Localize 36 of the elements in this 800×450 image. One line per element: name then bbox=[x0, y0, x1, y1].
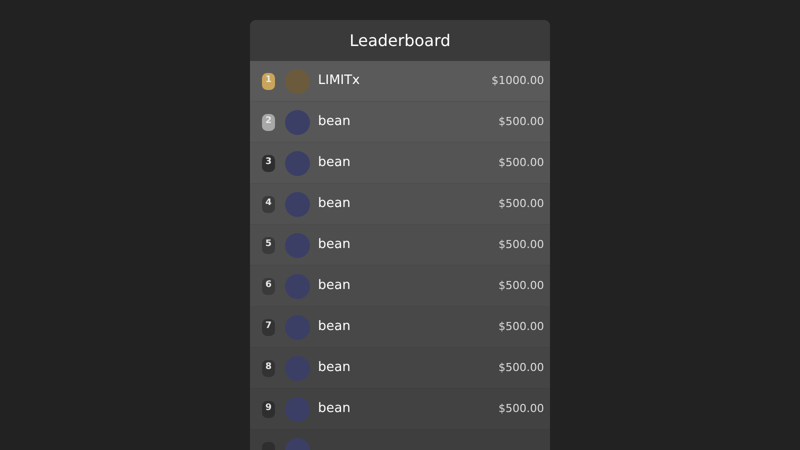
rank-badge: 2 bbox=[262, 114, 275, 130]
rank-badge: 5 bbox=[262, 236, 275, 254]
player-name: bean bbox=[318, 113, 350, 132]
rank-badge: 1 bbox=[262, 72, 275, 90]
player-name: bean bbox=[318, 154, 350, 172]
player-name: bean bbox=[318, 277, 350, 296]
avatar-placeholder bbox=[285, 232, 310, 258]
prize-amount: $500.00 bbox=[498, 196, 544, 212]
prize-amount: $500.00 bbox=[498, 236, 544, 253]
rank-badge: 8 bbox=[262, 360, 275, 376]
avatar-placeholder bbox=[285, 274, 310, 298]
player-name: bean bbox=[318, 359, 350, 378]
prize-amount: $500.00 bbox=[498, 360, 544, 376]
prize-amount: $500.00 bbox=[498, 318, 544, 335]
avatar-placeholder bbox=[285, 396, 310, 422]
avatar-placeholder bbox=[285, 356, 310, 380]
prize-amount: $500.00 bbox=[498, 154, 544, 171]
rank-badge: 3 bbox=[262, 154, 275, 172]
avatar-placeholder bbox=[285, 68, 310, 94]
prize-amount: $500.00 bbox=[498, 278, 544, 294]
prize-amount: $500.00 bbox=[498, 400, 544, 417]
player-name: bean bbox=[318, 400, 350, 418]
player-name: bean bbox=[318, 236, 350, 254]
rank-badge: 6 bbox=[262, 278, 275, 294]
leaderboard-title: Leaderboard bbox=[349, 30, 451, 52]
avatar-placeholder bbox=[285, 150, 310, 176]
avatar-placeholder bbox=[285, 110, 310, 134]
rank-badge: 9 bbox=[262, 400, 275, 418]
player-name: bean bbox=[318, 195, 350, 214]
prize-amount: $500.00 bbox=[498, 114, 544, 130]
rank-badge: 7 bbox=[262, 318, 275, 336]
avatar-placeholder bbox=[285, 314, 310, 340]
player-name: bean bbox=[318, 318, 350, 336]
rank-badge: 4 bbox=[262, 196, 275, 212]
player-name: LIMITx bbox=[318, 72, 360, 90]
prize-amount: $1000.00 bbox=[492, 72, 544, 89]
